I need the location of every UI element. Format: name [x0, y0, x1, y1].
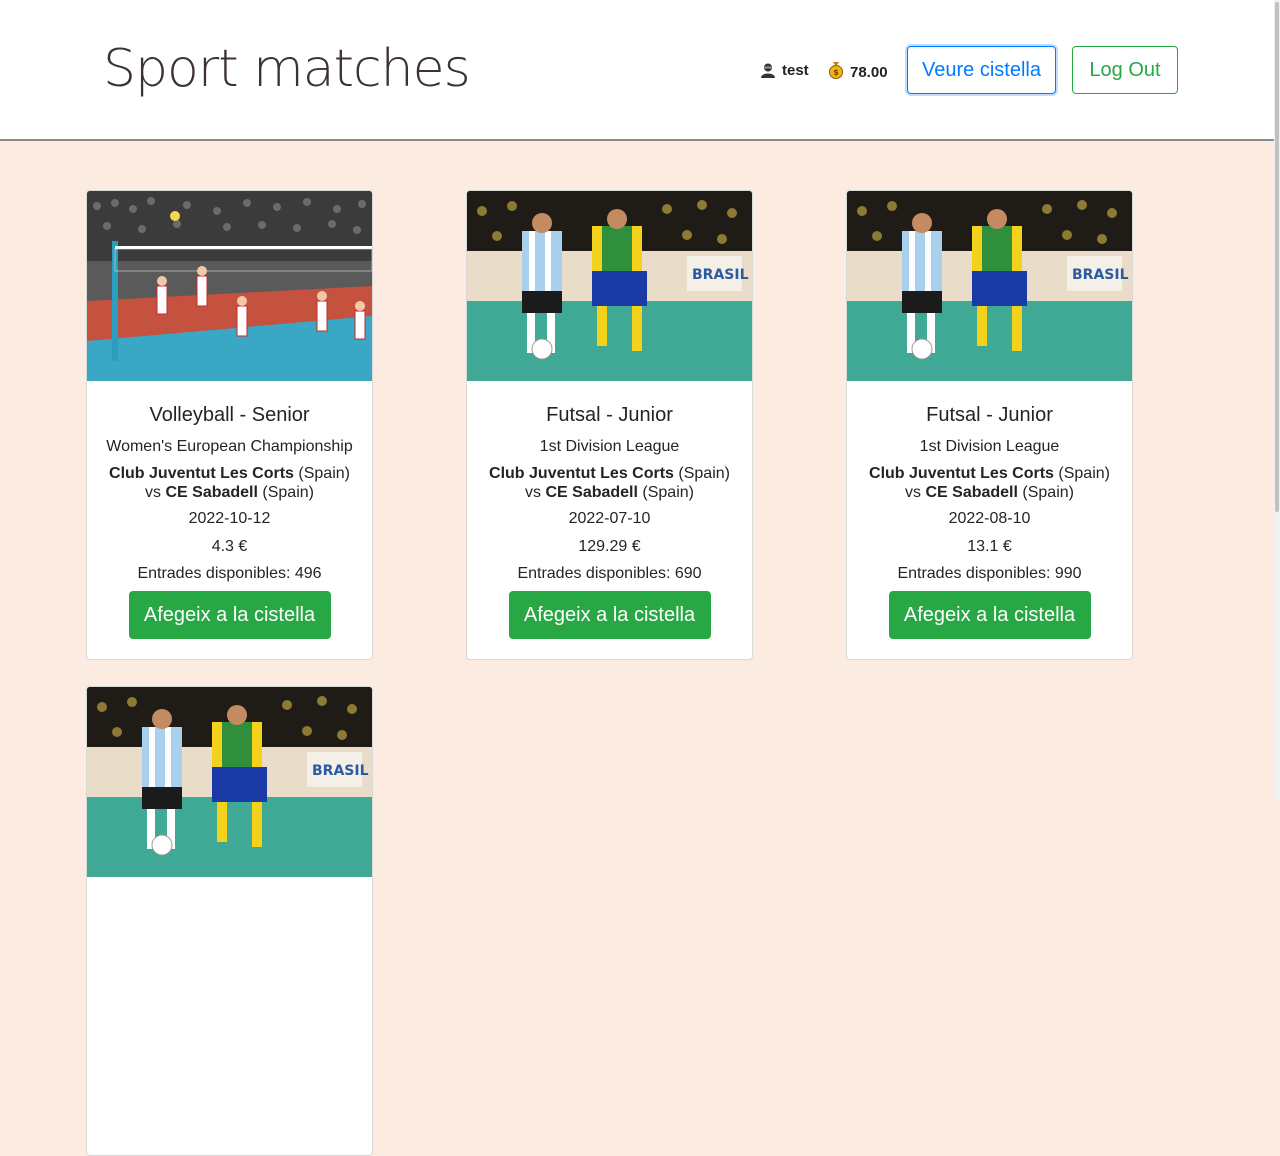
away-team: CE Sabadell: [165, 484, 258, 501]
match-teams: Club Juventut Les Corts (Spain) vs CE Sa…: [847, 464, 1132, 502]
away-country: (Spain): [262, 484, 314, 501]
vs-label: vs: [905, 484, 922, 501]
match-date: 2022-08-10: [948, 510, 1031, 527]
match-date: 2022-10-12: [188, 510, 271, 527]
match-card: Volleyball - Senior Women's European Cha…: [86, 190, 373, 660]
user-icon: [760, 61, 776, 79]
vs-label: vs: [145, 484, 162, 501]
user-info: test: [760, 61, 809, 79]
tickets-available: Entrades disponibles: 496: [137, 565, 322, 582]
tickets-available: Entrades disponibles: 690: [517, 565, 702, 582]
away-country: (Spain): [642, 484, 694, 501]
tickets-available: Entrades disponibles: 990: [897, 565, 1082, 582]
match-price: 129.29 €: [578, 538, 641, 555]
match-sport: Futsal - Junior: [546, 404, 673, 426]
match-date: 2022-07-10: [568, 510, 651, 527]
scrollbar-thumb[interactable]: [1275, 2, 1279, 512]
scrollbar[interactable]: [1274, 0, 1280, 800]
futsal-photo: [847, 191, 1132, 381]
match-sport: Futsal - Junior: [926, 404, 1053, 426]
match-price: 4.3 €: [211, 538, 248, 555]
home-team: Club Juventut Les Corts: [869, 465, 1054, 482]
volleyball-photo: [87, 191, 372, 381]
futsal-photo: [467, 191, 752, 381]
logout-button[interactable]: Log Out: [1072, 46, 1178, 94]
away-country: (Spain): [1022, 484, 1074, 501]
home-country: (Spain): [1058, 465, 1110, 482]
match-teams: Club Juventut Les Corts (Spain) vs CE Sa…: [467, 464, 752, 502]
top-header: Sport matches test 78.00 Veure cistella …: [0, 0, 1274, 141]
away-team: CE Sabadell: [925, 484, 1018, 501]
add-to-cart-button[interactable]: Afegeix a la cistella: [508, 591, 711, 639]
match-card: Futsal - Junior 1st Division League Club…: [466, 190, 753, 660]
match-teams: Club Juventut Les Corts (Spain) vs CE Sa…: [87, 464, 372, 502]
add-to-cart-button[interactable]: Afegeix a la cistella: [128, 591, 331, 639]
coin-bag-icon: [828, 61, 844, 83]
futsal-photo: [87, 687, 372, 877]
away-team: CE Sabadell: [545, 484, 638, 501]
match-sport: Volleyball - Senior: [149, 404, 310, 426]
vs-label: vs: [525, 484, 542, 501]
view-cart-button[interactable]: Veure cistella: [907, 46, 1056, 94]
match-competition: Women's European Championship: [106, 438, 353, 455]
match-competition: 1st Division League: [539, 438, 680, 455]
match-price: 13.1 €: [967, 538, 1012, 555]
match-competition: 1st Division League: [919, 438, 1060, 455]
add-to-cart-button[interactable]: Afegeix a la cistella: [888, 591, 1091, 639]
balance-amount: 78.00: [850, 63, 888, 81]
home-country: (Spain): [678, 465, 730, 482]
balance-info: 78.00: [828, 61, 888, 83]
home-team: Club Juventut Les Corts: [489, 465, 674, 482]
home-team: Club Juventut Les Corts: [109, 465, 294, 482]
match-card: Futsal - Junior 1st Division League Club…: [846, 190, 1133, 660]
page-title: Sport matches: [103, 39, 471, 99]
home-country: (Spain): [298, 465, 350, 482]
match-card: [86, 686, 373, 1156]
username: test: [782, 61, 809, 79]
